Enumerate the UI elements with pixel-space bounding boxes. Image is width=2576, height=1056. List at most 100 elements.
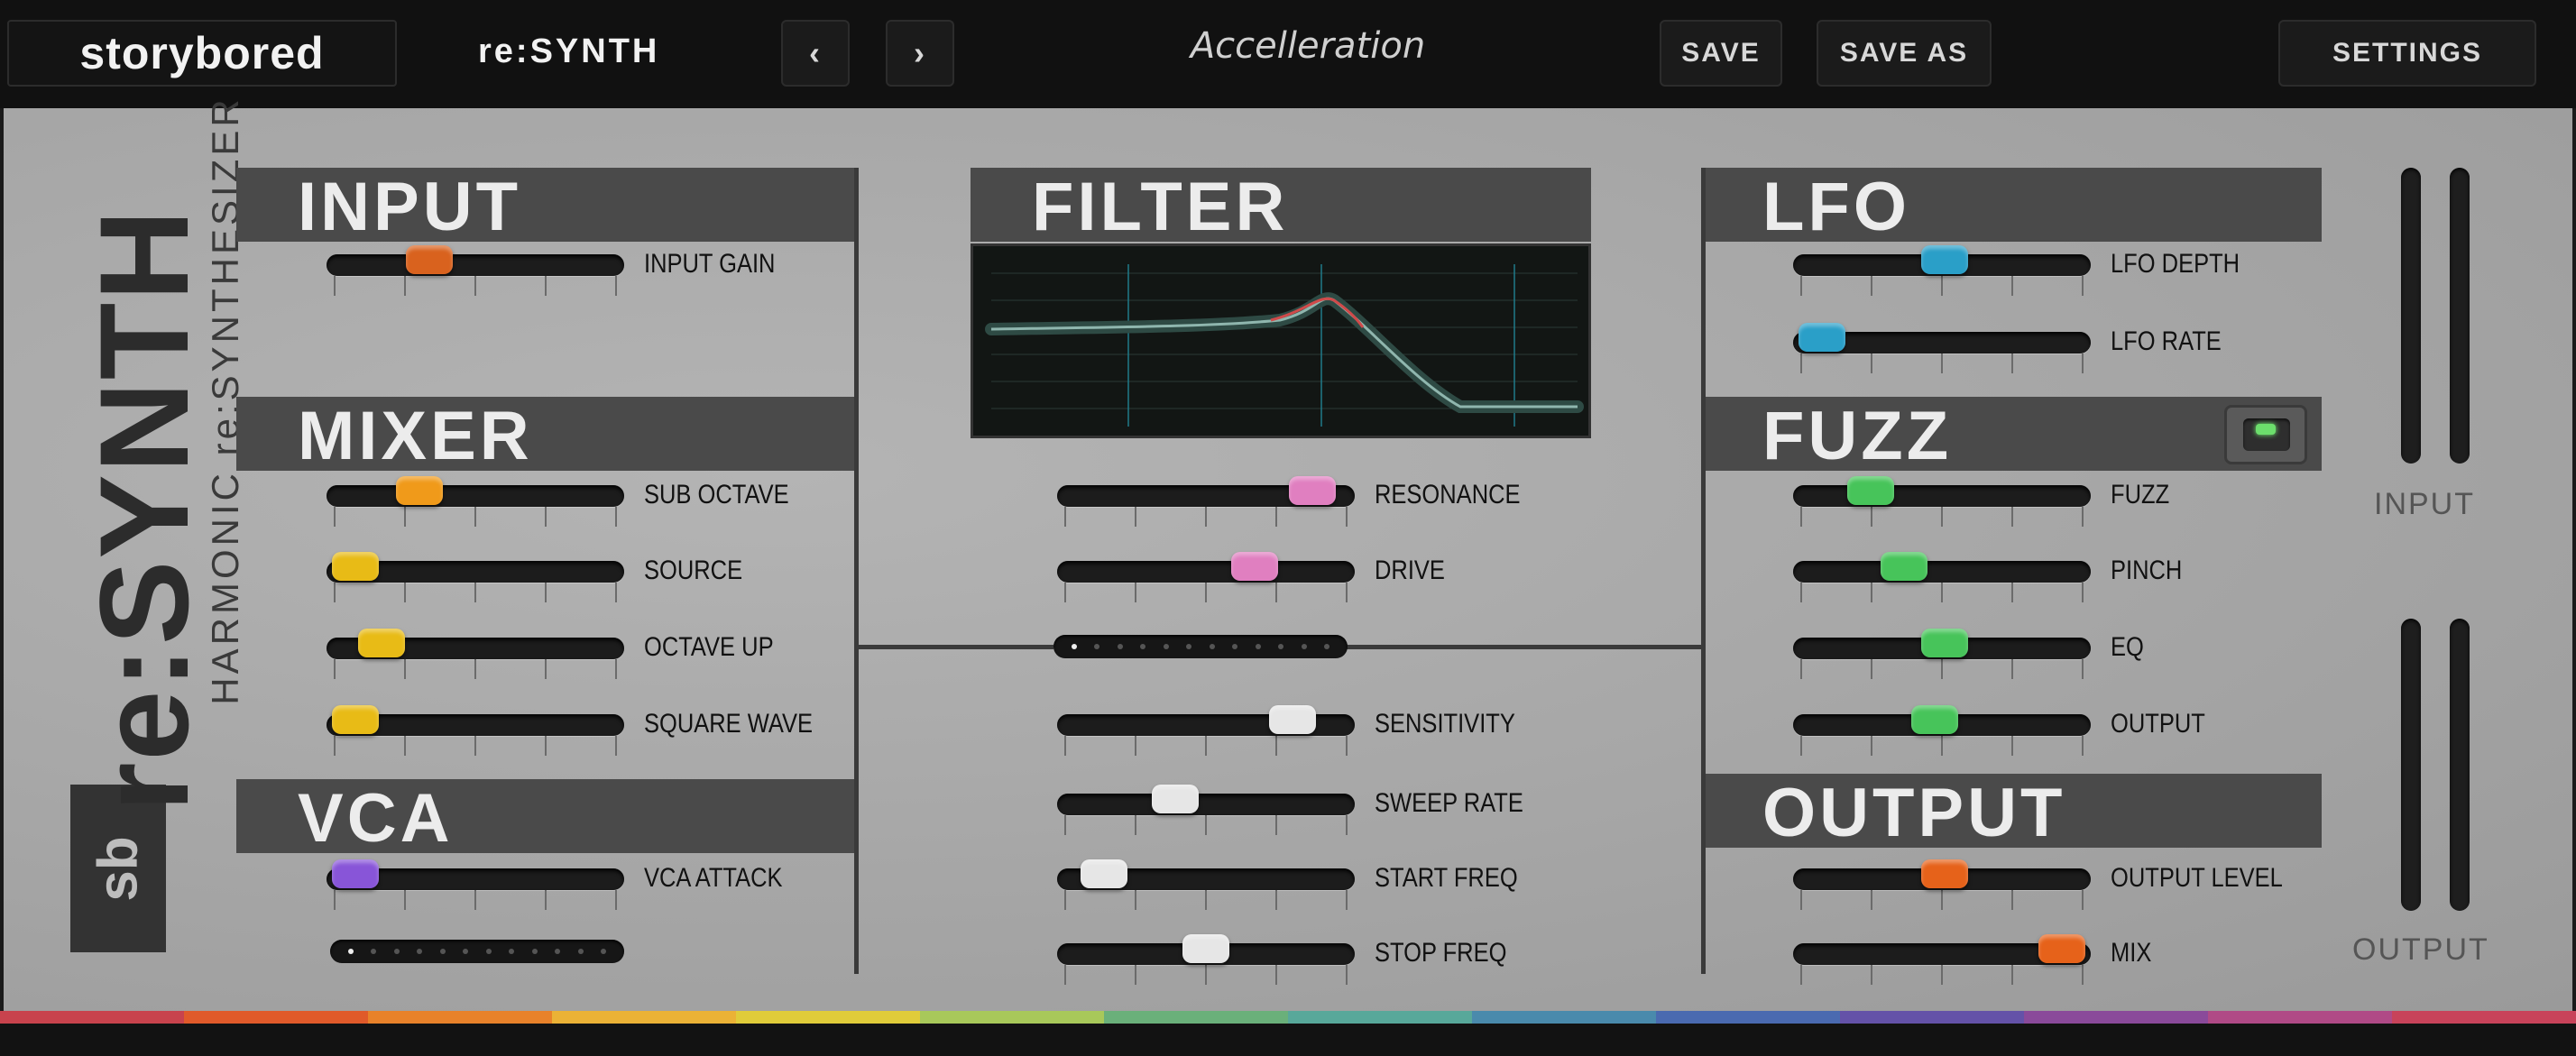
preset-name[interactable]: Accelleration [992, 25, 1624, 67]
chevron-right-icon: › [914, 34, 926, 71]
input-gain-slider-track[interactable] [327, 254, 624, 276]
resonance-slider[interactable] [1057, 476, 1355, 527]
sensitivity-slider-ticks [1064, 736, 1348, 756]
pinch-slider-track[interactable] [1793, 561, 2091, 583]
octave-up-slider-ticks [334, 659, 617, 679]
start-freq-slider-handle[interactable] [1081, 859, 1128, 888]
drive-slider[interactable] [1057, 552, 1355, 602]
input-gain-label: INPUT GAIN [644, 249, 776, 279]
stripe-segment [2208, 1011, 2392, 1024]
right-divider [1701, 168, 1706, 974]
filter-section-title: FILTER [971, 168, 1591, 245]
input-gain-slider-handle[interactable] [406, 245, 454, 274]
vca-section-title: VCA [236, 779, 859, 857]
sub-octave-slider-ticks [334, 507, 617, 527]
sweep-rate-slider-track[interactable] [1057, 794, 1355, 815]
output-section-title: OUTPUT [1701, 774, 2322, 851]
square-wave-slider[interactable] [327, 705, 624, 756]
square-wave-slider-ticks [334, 736, 617, 756]
sensitivity-slider[interactable] [1057, 705, 1355, 756]
lfo-depth-slider-handle[interactable] [1920, 245, 1968, 274]
vca-step-selector[interactable] [330, 940, 624, 963]
fuzz-slider[interactable] [1793, 476, 2091, 527]
filter-curve-graph [985, 264, 1584, 427]
fuzz-slider-handle[interactable] [1847, 476, 1895, 505]
fuzz-slider-track[interactable] [1793, 485, 2091, 507]
sub-octave-label: SUB OCTAVE [644, 480, 789, 510]
stripe-segment [1288, 1011, 1472, 1024]
eq-label: EQ [2111, 632, 2144, 662]
start-freq-slider[interactable] [1057, 859, 1355, 910]
lfo-rate-slider[interactable] [1793, 323, 2091, 373]
output-level-slider[interactable] [1793, 859, 2091, 910]
stripe-segment [1656, 1011, 1840, 1024]
output-meter-label: OUTPUT [2352, 932, 2489, 967]
sub-octave-slider-track[interactable] [327, 485, 624, 507]
output-meter-right [2450, 619, 2470, 911]
sweep-rate-slider-handle[interactable] [1152, 785, 1200, 813]
mix-slider-handle[interactable] [2038, 934, 2085, 963]
stripe-segment [2392, 1011, 2576, 1024]
chevron-left-icon: ‹ [809, 34, 822, 71]
sub-octave-slider[interactable] [327, 476, 624, 527]
square-wave-label: SQUARE WAVE [644, 709, 814, 739]
octave-up-slider-handle[interactable] [357, 629, 405, 657]
stripe-segment [184, 1011, 368, 1024]
lfo-rate-label: LFO RATE [2111, 326, 2222, 356]
stop-freq-label: STOP FREQ [1375, 938, 1507, 968]
mix-label: MIX [2111, 938, 2152, 968]
resonance-slider-ticks [1064, 507, 1348, 527]
left-divider [854, 168, 859, 974]
fuzz-toggle[interactable] [2224, 405, 2307, 464]
input-meter-right [2450, 168, 2470, 464]
input-meter-label: INPUT [2374, 487, 2475, 521]
output-label: OUTPUT [2111, 709, 2205, 739]
output-meter-left [2401, 619, 2421, 911]
output-level-slider-ticks [1800, 890, 2084, 910]
save-button[interactable]: SAVE [1660, 20, 1782, 87]
mix-slider-ticks [1800, 965, 2084, 985]
sub-octave-slider-handle[interactable] [395, 476, 443, 505]
fuzz-led-icon [2256, 424, 2276, 435]
eq-slider-ticks [1800, 659, 2084, 679]
vca-attack-slider[interactable] [327, 859, 624, 910]
sensitivity-slider-handle[interactable] [1268, 705, 1316, 734]
source-slider-handle[interactable] [332, 552, 380, 581]
vca-attack-slider-handle[interactable] [332, 859, 380, 888]
octave-up-slider[interactable] [327, 629, 624, 679]
sweep-rate-slider[interactable] [1057, 785, 1355, 835]
lfo-rate-slider-ticks [1800, 354, 2084, 373]
output-level-slider-handle[interactable] [1920, 859, 1968, 888]
eq-slider[interactable] [1793, 629, 2091, 679]
plugin-name: re:SYNTH [478, 32, 660, 70]
filter-step-selector[interactable] [1053, 635, 1348, 658]
vca-attack-slider-ticks [334, 890, 617, 910]
source-slider-ticks [334, 583, 617, 602]
lfo-rate-slider-handle[interactable] [1799, 323, 1846, 352]
resonance-slider-handle[interactable] [1289, 476, 1337, 505]
next-preset-button[interactable]: › [886, 20, 954, 87]
drive-slider-track[interactable] [1057, 561, 1355, 583]
fuzz-slider-ticks [1800, 507, 2084, 527]
pinch-slider[interactable] [1793, 552, 2091, 602]
mix-slider[interactable] [1793, 934, 2091, 985]
bottom-bar [0, 1024, 2576, 1056]
settings-button[interactable]: SETTINGS [2278, 20, 2536, 87]
sweep-rate-label: SWEEP RATE [1375, 788, 1523, 818]
drive-slider-handle[interactable] [1230, 552, 1278, 581]
source-slider[interactable] [327, 552, 624, 602]
pinch-slider-handle[interactable] [1880, 552, 1927, 581]
filter-connector-left [859, 645, 1053, 649]
resonance-label: RESONANCE [1375, 480, 1521, 510]
stop-freq-slider[interactable] [1057, 934, 1355, 985]
square-wave-slider-handle[interactable] [332, 705, 380, 734]
stop-freq-slider-handle[interactable] [1182, 934, 1229, 963]
eq-slider-handle[interactable] [1920, 629, 1968, 657]
stripe-segment [736, 1011, 920, 1024]
input-gain-slider[interactable] [327, 245, 624, 296]
previous-preset-button[interactable]: ‹ [781, 20, 850, 87]
lfo-depth-slider[interactable] [1793, 245, 2091, 296]
output-slider-handle[interactable] [1910, 705, 1958, 734]
save-as-button[interactable]: SAVE AS [1817, 20, 1992, 87]
output-slider[interactable] [1793, 705, 2091, 756]
